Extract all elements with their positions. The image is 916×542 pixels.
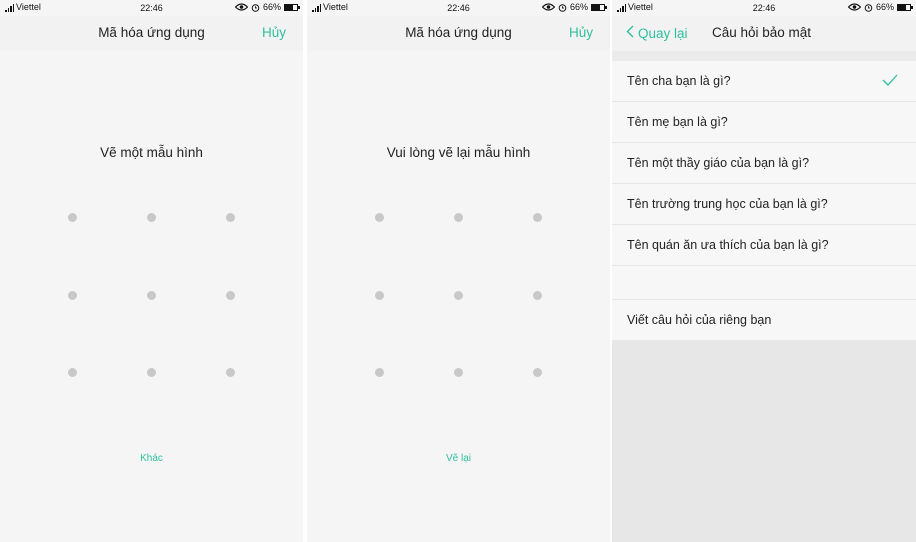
pattern-dot-2[interactable] [453,212,463,222]
battery-percent: 66% [875,2,894,12]
list-spacer [612,266,916,300]
pattern-dot-9[interactable] [225,367,235,377]
question-item[interactable]: Tên mẹ bạn là gì? [612,102,916,143]
question-item[interactable]: Tên trường trung học của bạn là gì? [612,184,916,225]
eye-icon [847,3,861,11]
question-item[interactable]: Tên quán ăn ưa thích của bạn là gì? [612,225,916,266]
question-label: Tên một thầy giáo của bạn là gì? [627,156,810,170]
security-question-screen: Viettel 22:46 66% Quay lại Câu hỏi bảo m… [612,0,916,542]
nav-bar: Quay lại Câu hỏi bảo mật [612,16,916,51]
pattern-dot-3[interactable] [532,212,542,222]
pattern-dot-7[interactable] [67,367,77,377]
redraw-link[interactable]: Vẽ lại [307,453,610,464]
pattern-dot-2[interactable] [146,212,156,222]
pattern-dot-9[interactable] [532,367,542,377]
pattern-dot-3[interactable] [225,212,235,222]
pattern-dot-4[interactable] [374,290,384,300]
pattern-dot-5[interactable] [453,290,463,300]
check-icon [882,74,898,89]
pattern-dot-7[interactable] [374,367,384,377]
pattern-dot-1[interactable] [374,212,384,222]
divider [612,51,916,61]
status-bar: Viettel 22:46 66% [612,0,916,16]
question-label: Tên cha bạn là gì? [627,74,731,88]
pattern-dot-1[interactable] [67,212,77,222]
pattern-dot-5[interactable] [146,290,156,300]
pattern-dot-8[interactable] [453,367,463,377]
pattern-draw-screen: Viettel 22:46 66% Mã hóa ứng dụng Hủy Vẽ… [0,0,303,542]
chevron-left-icon [626,25,634,41]
alarm-icon [864,3,873,12]
other-method-link[interactable]: Khác [0,453,303,464]
pattern-confirm-screen: Viettel 22:46 66% Mã hóa ứng dụng Hủy Vu… [307,0,610,542]
custom-question-item[interactable]: Viết câu hỏi của riêng bạn [612,300,916,340]
battery-icon [897,3,913,11]
question-label: Tên quán ăn ưa thích của bạn là gì? [627,238,829,252]
pattern-dot-6[interactable] [532,290,542,300]
pattern-dot-8[interactable] [146,367,156,377]
back-label: Quay lại [638,25,688,41]
question-label: Tên mẹ bạn là gì? [627,115,728,129]
question-item[interactable]: Tên cha bạn là gì? [612,61,916,102]
question-item[interactable]: Tên một thầy giáo của bạn là gì? [612,143,916,184]
question-label: Tên trường trung học của bạn là gì? [627,197,828,211]
custom-question-label: Viết câu hỏi của riêng bạn [627,313,772,327]
question-list: Tên cha bạn là gì? Tên mẹ bạn là gì? Tên… [612,61,916,340]
pattern-dot-4[interactable] [67,290,77,300]
page-title: Câu hỏi bảo mật [712,25,812,40]
pattern-dot-6[interactable] [225,290,235,300]
empty-area [612,340,916,542]
back-button[interactable]: Quay lại [626,25,688,41]
